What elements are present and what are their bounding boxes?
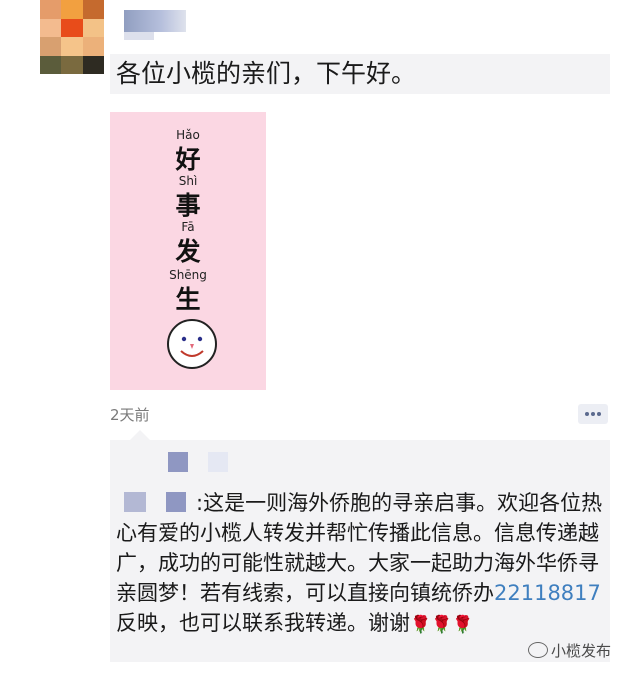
char-shi: 事 xyxy=(175,191,201,220)
char-hao: 好 xyxy=(175,145,201,174)
comment-section: :这是一则海外侨胞的寻亲启事。欢迎各位热心有爱的小榄人转发并帮忙传播此信息。信息… xyxy=(110,430,610,662)
avatar-tile xyxy=(82,37,104,56)
avatar-tile xyxy=(61,37,83,56)
wechat-icon xyxy=(528,642,548,658)
avatar-tile xyxy=(61,55,83,74)
comment-body-end: 反映，也可以联系我转递。谢谢 xyxy=(116,611,410,635)
blurred-like-avatar-2[interactable] xyxy=(208,452,228,472)
avatar-tile xyxy=(61,0,83,19)
avatar-tile xyxy=(82,55,104,74)
comment-text: :这是一则海外侨胞的寻亲启事。欢迎各位热心有爱的小榄人转发并帮忙传播此信息。信息… xyxy=(116,488,606,640)
avatar[interactable] xyxy=(40,0,104,74)
avatar-tile xyxy=(82,0,104,19)
post-timestamp: 2天前 xyxy=(110,406,150,424)
smiley-face-icon xyxy=(167,319,217,369)
post-image[interactable]: Hǎo 好 Shì 事 Fā 发 Shēng 生 xyxy=(110,112,266,390)
watermark-label: 小榄发布 xyxy=(551,642,612,660)
avatar-tile xyxy=(40,55,62,74)
watermark: 小榄发布 xyxy=(528,640,611,661)
blurred-like-avatar[interactable] xyxy=(168,452,188,472)
avatar-tile xyxy=(40,37,62,56)
blurred-username[interactable] xyxy=(124,10,186,32)
post-text: 各位小榄的亲们，下午好。 xyxy=(110,54,610,94)
char-sheng: 生 xyxy=(175,285,201,314)
comment-icon[interactable] xyxy=(578,404,608,424)
avatar-tile xyxy=(40,18,62,37)
rose-icon: 🌹🌹🌹 xyxy=(410,615,474,635)
avatar-tile xyxy=(82,18,104,37)
phone-number[interactable]: 22118817 xyxy=(494,581,601,605)
avatar-tile xyxy=(40,0,62,19)
avatar-tile xyxy=(61,18,83,37)
char-fa: 发 xyxy=(175,237,201,266)
blurred-username-tail xyxy=(124,32,154,40)
